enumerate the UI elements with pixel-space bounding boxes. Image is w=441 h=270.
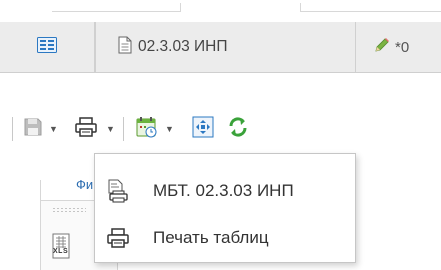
pencil-icon — [374, 37, 390, 57]
tab-split-view[interactable] — [0, 22, 95, 72]
print-button[interactable] — [72, 115, 100, 143]
save-button[interactable] — [20, 116, 46, 142]
save-dropdown-arrow[interactable]: ▼ — [49, 124, 58, 134]
split-view-icon — [37, 36, 57, 58]
refresh-button[interactable] — [224, 115, 252, 143]
calendar-button[interactable] — [133, 115, 161, 143]
top-divider-right — [300, 3, 441, 12]
calendar-icon — [136, 116, 158, 143]
tab-edited-label: *0 — [395, 38, 410, 56]
tab-document[interactable]: 02.3.03 ИНП — [95, 22, 356, 72]
xls-file-icon[interactable]: XLS — [52, 233, 70, 264]
document-tab-bar: 02.3.03 ИНП *0 — [0, 22, 441, 73]
toolbar-separator — [12, 117, 13, 141]
toolbar-separator — [123, 117, 124, 141]
refresh-icon — [227, 116, 249, 143]
menu-item-print-form[interactable]: МБТ. 02.3.03 ИНП — [95, 168, 355, 214]
printer-icon — [95, 228, 141, 248]
top-strip — [0, 0, 441, 22]
menu-item-label: Печать таблиц — [153, 228, 269, 247]
calendar-dropdown-arrow[interactable]: ▼ — [165, 124, 174, 134]
printer-icon — [75, 116, 97, 142]
grip-handle[interactable] — [52, 207, 86, 213]
tab-edited-document[interactable]: *0 — [356, 22, 441, 72]
print-dropdown-arrow[interactable]: ▼ — [106, 124, 115, 134]
top-divider-left — [52, 3, 181, 12]
xls-label: XLS — [53, 248, 69, 255]
document-print-icon — [95, 179, 141, 203]
print-dropdown-menu: МБТ. 02.3.03 ИНП Печать таблиц — [94, 153, 356, 263]
toolbar — [0, 73, 441, 125]
menu-item-label: МБТ. 02.3.03 ИНП — [153, 181, 294, 200]
subtab-label[interactable]: Фи — [76, 177, 93, 192]
fit-screen-button[interactable] — [189, 115, 217, 143]
tab-document-label: 02.3.03 ИНП — [138, 38, 228, 55]
save-icon — [23, 117, 43, 142]
document-icon — [118, 36, 132, 59]
menu-item-print-tables[interactable]: Печать таблиц — [95, 215, 355, 261]
fit-screen-icon — [192, 116, 214, 143]
